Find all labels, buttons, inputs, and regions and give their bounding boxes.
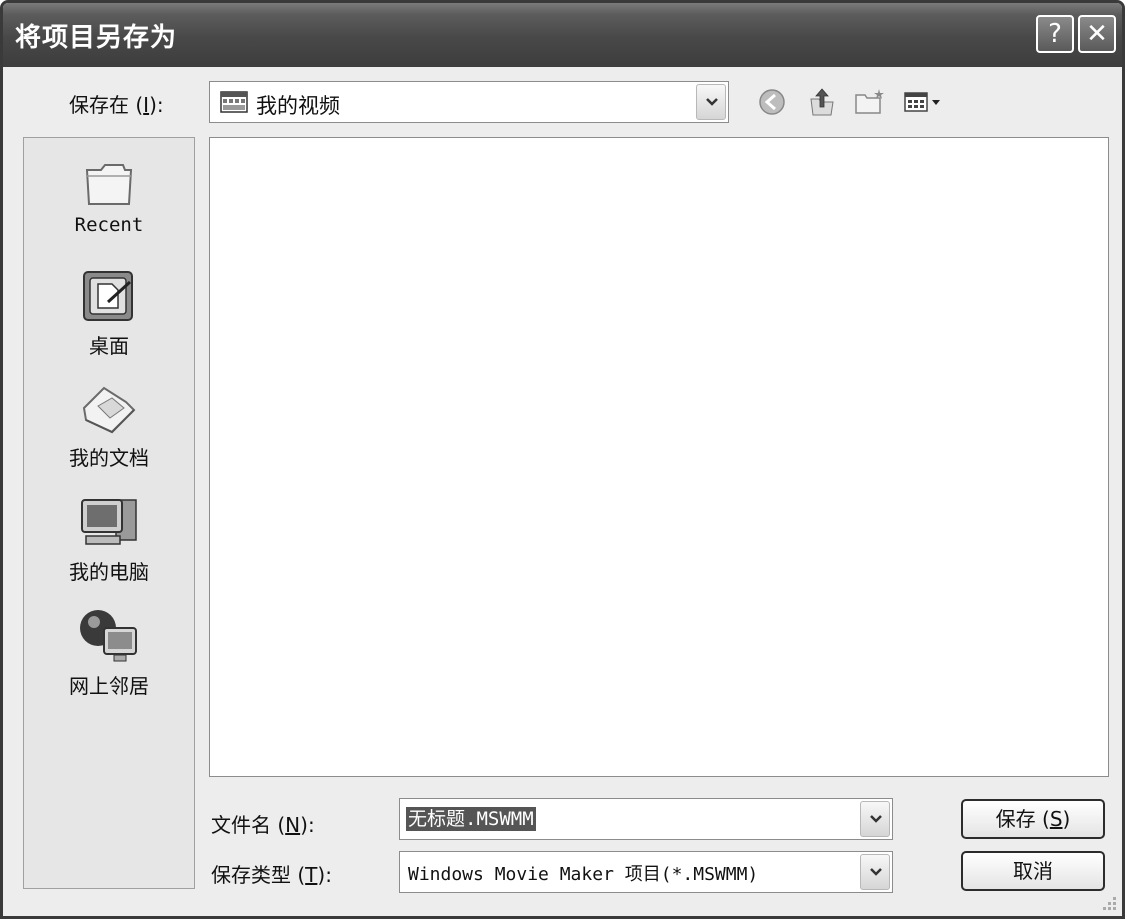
file-name-value: 无标题.MSWMM	[406, 807, 536, 831]
place-network[interactable]: 网上邻居	[24, 606, 194, 699]
views-menu-icon[interactable]	[901, 85, 949, 119]
place-recent[interactable]: Recent	[24, 156, 194, 236]
place-recent-label: Recent	[74, 214, 144, 236]
my-computer-icon	[81, 499, 137, 545]
place-desktop-label: 桌面	[89, 334, 129, 358]
place-my-computer[interactable]: 我的电脑	[24, 494, 194, 585]
file-type-value: Windows Movie Maker 项目(*.MSWMM)	[408, 864, 759, 885]
recent-icon	[85, 164, 133, 205]
file-name-field[interactable]: 无标题.MSWMM	[399, 798, 893, 840]
help-icon: ?	[1048, 19, 1062, 49]
window-title: 将项目另存为	[15, 23, 178, 53]
file-type-dropdown-arrow[interactable]	[860, 854, 890, 890]
file-name-label: 文件名 (N):	[211, 813, 315, 837]
resize-grip-icon[interactable]	[1100, 894, 1118, 912]
chevron-down-icon	[870, 868, 882, 876]
help-button[interactable]: ?	[1036, 15, 1074, 53]
close-icon: ✕	[1086, 19, 1108, 49]
up-folder-icon[interactable]	[805, 85, 839, 119]
place-my-documents-label: 我的文档	[69, 446, 149, 470]
place-my-computer-label: 我的电脑	[69, 560, 149, 584]
file-type-dropdown[interactable]: Windows Movie Maker 项目(*.MSWMM)	[399, 851, 893, 893]
title-bar[interactable]: 将项目另存为 ? ✕	[3, 3, 1122, 67]
place-network-label: 网上邻居	[69, 674, 149, 698]
back-icon[interactable]	[755, 85, 789, 119]
file-list[interactable]	[209, 137, 1109, 777]
save-in-dropdown[interactable]: 我的视频	[209, 81, 729, 123]
cancel-button[interactable]: 取消	[961, 851, 1105, 891]
save-in-value: 我的视频	[256, 94, 340, 118]
file-type-label: 保存类型 (T):	[211, 863, 332, 887]
save-project-as-dialog: 将项目另存为 ? ✕ 保存在 (I): 我的视频 Recent 桌面 我的文档 …	[0, 0, 1125, 919]
places-bar: Recent 桌面 我的文档 我的电脑 网上邻居	[23, 137, 195, 889]
close-button[interactable]: ✕	[1078, 15, 1116, 53]
desktop-icon	[83, 271, 133, 321]
save-in-dropdown-arrow[interactable]	[696, 84, 726, 120]
new-folder-icon[interactable]	[853, 85, 887, 119]
save-in-label: 保存在 (I):	[69, 93, 164, 117]
place-my-documents[interactable]: 我的文档	[24, 380, 194, 471]
file-name-dropdown-arrow[interactable]	[860, 801, 890, 837]
video-folder-icon	[220, 91, 248, 113]
place-desktop[interactable]: 桌面	[24, 268, 194, 359]
chevron-down-icon	[706, 98, 718, 106]
chevron-down-icon	[870, 815, 882, 823]
save-button[interactable]: 保存 (S)	[961, 799, 1105, 839]
network-icon	[80, 610, 137, 662]
my-documents-icon	[82, 386, 136, 434]
